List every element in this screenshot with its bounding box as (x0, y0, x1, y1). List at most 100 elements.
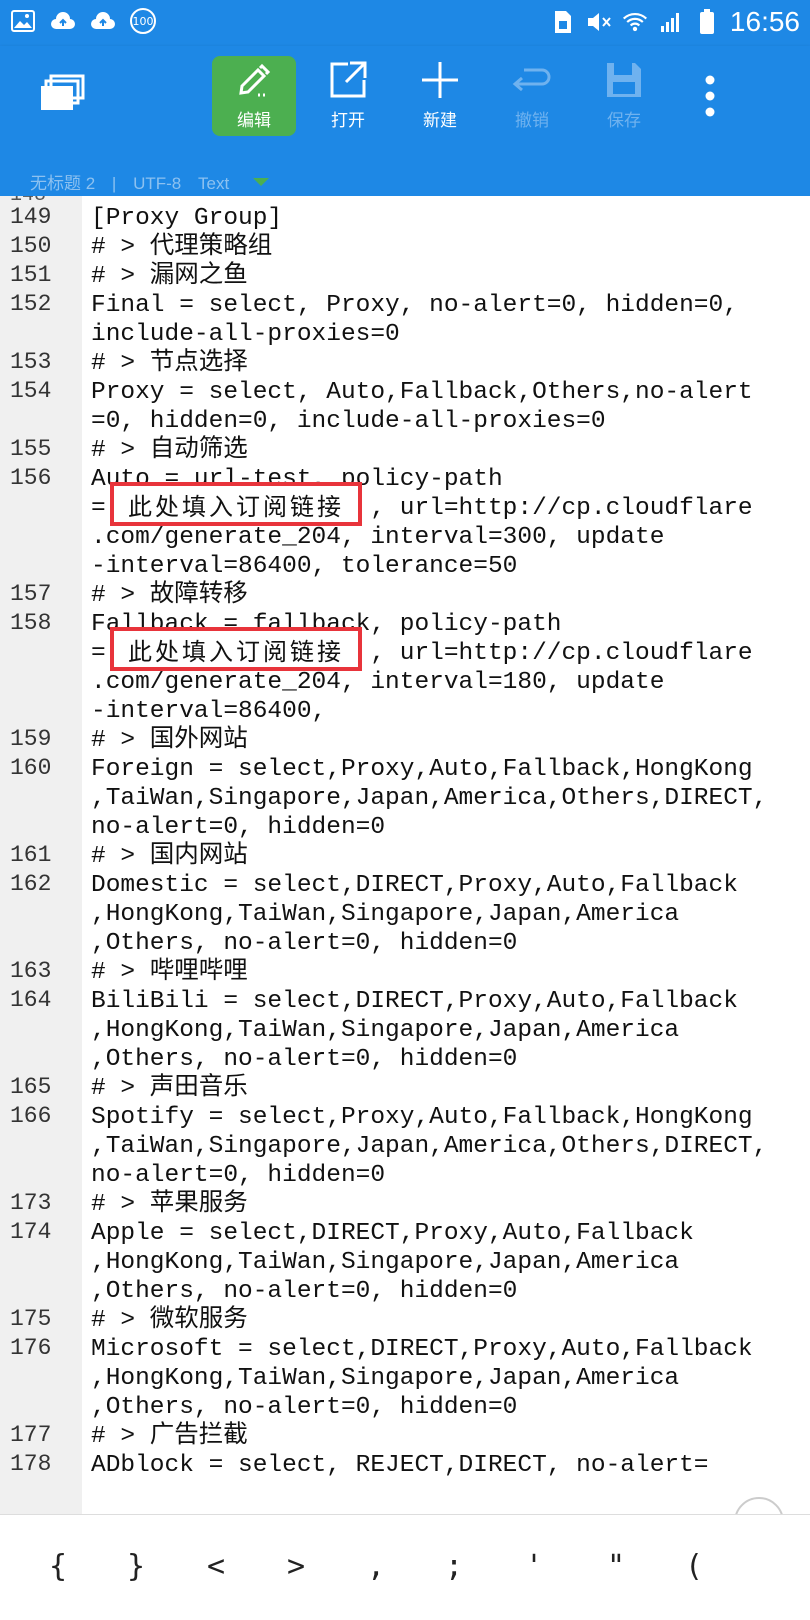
symbol-key[interactable]: ( (674, 1549, 714, 1584)
code-text: Proxy = select, Auto,Fallback,Others,no-… (91, 379, 753, 406)
code-text: no-alert=0, hidden=0 (91, 814, 386, 841)
line-number: 153 (10, 349, 52, 375)
code-text: ,HongKong,TaiWan,Singapore,Japan,America (91, 1249, 680, 1276)
symbol-key[interactable]: > (276, 1549, 316, 1584)
line-number: 176 (10, 1335, 52, 1361)
code-text: # > 自动筛选 (91, 437, 248, 464)
code-text: # > 声田音乐 (91, 1075, 248, 1102)
code-text: Apple = select,DIRECT,Proxy,Auto,Fallbac… (91, 1220, 694, 1247)
encoding-label: UTF-8 (133, 174, 182, 193)
line-number: 161 (10, 842, 52, 868)
line-number: 164 (10, 987, 52, 1013)
code-text: # > 国外网站 (91, 727, 248, 754)
code-text: BiliBili = select,DIRECT,Proxy,Auto,Fall… (91, 988, 738, 1015)
line-number: 152 (10, 291, 52, 317)
code-text: -interval=86400, (91, 698, 327, 725)
code-text: no-alert=0, hidden=0 (91, 1162, 386, 1189)
line-number: 174 (10, 1219, 52, 1245)
code-text: Microsoft = select,DIRECT,Proxy,Auto,Fal… (91, 1336, 753, 1363)
image-icon (10, 8, 36, 34)
mode-label: Text (197, 174, 230, 193)
code-text: # > 哔哩哔哩 (91, 959, 248, 986)
new-label: 新建 (423, 111, 457, 131)
line-number: 151 (10, 262, 52, 288)
line-number: 178 (10, 1451, 52, 1477)
symbol-key[interactable]: , (356, 1549, 396, 1584)
open-label: 打开 (331, 111, 365, 131)
code-text: ,HongKong,TaiWan,Singapore,Japan,America (91, 901, 680, 928)
code-text: # > 漏网之鱼 (91, 263, 248, 290)
line-number: 177 (10, 1422, 52, 1448)
info-separator: | (111, 174, 117, 193)
active-pointer (253, 178, 269, 186)
code-text: ,Others, no-alert=0, hidden=0 (91, 930, 518, 957)
documents-icon (41, 74, 85, 110)
line-number: 150 (10, 233, 52, 259)
symbol-keyboard-bar: {} < >,; ' " ( (0, 1514, 810, 1620)
save-label: 保存 (607, 111, 641, 131)
document-name: 无标题 2 (30, 174, 96, 193)
open-button[interactable]: 打开 (306, 56, 390, 136)
save-icon (607, 63, 641, 97)
new-button[interactable]: 新建 (398, 56, 482, 136)
code-text: ,HongKong,TaiWan,Singapore,Japan,America (91, 1365, 680, 1392)
code-text: # > 故障转移 (91, 582, 248, 609)
sim-icon (550, 9, 576, 35)
symbol-key[interactable]: < (196, 1549, 236, 1584)
pencil-icon (239, 63, 271, 97)
code-text: Domestic = select,DIRECT,Proxy,Auto,Fall… (91, 872, 738, 899)
edit-button[interactable]: 编辑 (212, 56, 296, 136)
code-text: ,Others, no-alert=0, hidden=0 (91, 1278, 518, 1305)
symbol-key[interactable]: } (116, 1549, 156, 1584)
line-number: 166 (10, 1103, 52, 1129)
line-number: 162 (10, 871, 52, 897)
signal-icon (658, 9, 684, 35)
line-number: 156 (10, 465, 52, 491)
symbol-key[interactable]: { (38, 1549, 78, 1584)
more-vert-icon (705, 75, 715, 117)
symbol-key[interactable]: " (596, 1549, 636, 1584)
code-text: # > 苹果服务 (91, 1191, 248, 1218)
code-text: ,TaiWan,Singapore,Japan,America,Others,D… (91, 785, 768, 812)
code-text: # > 国内网站 (91, 843, 248, 870)
code-text: ADblock = select, REJECT,DIRECT, no-aler… (91, 1452, 709, 1479)
subscription-link-annotation: 此处填入订阅链接 (110, 482, 362, 526)
cloud-upload-icon (90, 8, 116, 34)
code-text: # > 节点选择 (91, 350, 248, 377)
undo-label: 撤销 (515, 111, 549, 131)
code-text: # > 代理策略组 (91, 234, 273, 261)
symbol-key[interactable]: ' (514, 1549, 554, 1584)
code-text: =0, hidden=0, include-all-proxies=0 (91, 408, 606, 435)
cloud-upload-icon (50, 8, 76, 34)
code-text: Final = select, Proxy, no-alert=0, hidde… (91, 292, 738, 319)
documents-button[interactable] (20, 74, 104, 154)
line-number: 157 (10, 581, 52, 607)
line-number: 154 (10, 378, 52, 404)
save-button[interactable]: 保存 (582, 56, 666, 136)
code-text: # > 微软服务 (91, 1307, 248, 1334)
code-text: [Proxy Group] (91, 205, 283, 232)
notification-badge-icon: 100 (130, 8, 156, 34)
symbol-key[interactable]: ; (434, 1549, 474, 1584)
battery-icon (694, 9, 720, 35)
code-text: Foreign = select,Proxy,Auto,Fallback,Hon… (91, 756, 753, 783)
code-text: ,TaiWan,Singapore,Japan,America,Others,D… (91, 1133, 768, 1160)
mute-icon (586, 9, 612, 35)
text-editor[interactable]: 148 149[Proxy Group]150# > 代理策略组151# > 漏… (0, 196, 810, 1514)
undo-icon (512, 68, 551, 92)
line-number: 160 (10, 755, 52, 781)
more-menu-button[interactable] (690, 74, 730, 154)
line-number: 159 (10, 726, 52, 752)
line-number: 175 (10, 1306, 52, 1332)
clock: 16:56 (729, 6, 800, 37)
code-text: Spotify = select,Proxy,Auto,Fallback,Hon… (91, 1104, 753, 1131)
code-text: ,HongKong,TaiWan,Singapore,Japan,America (91, 1017, 680, 1044)
code-text: # > 广告拦截 (91, 1423, 248, 1450)
open-icon (330, 61, 367, 98)
code-text: include-all-proxies=0 (91, 321, 400, 348)
wifi-icon (622, 9, 648, 35)
edit-label: 编辑 (237, 111, 271, 131)
line-number: 158 (10, 610, 52, 636)
undo-button[interactable]: 撤销 (490, 56, 574, 136)
line-number: 173 (10, 1190, 52, 1216)
